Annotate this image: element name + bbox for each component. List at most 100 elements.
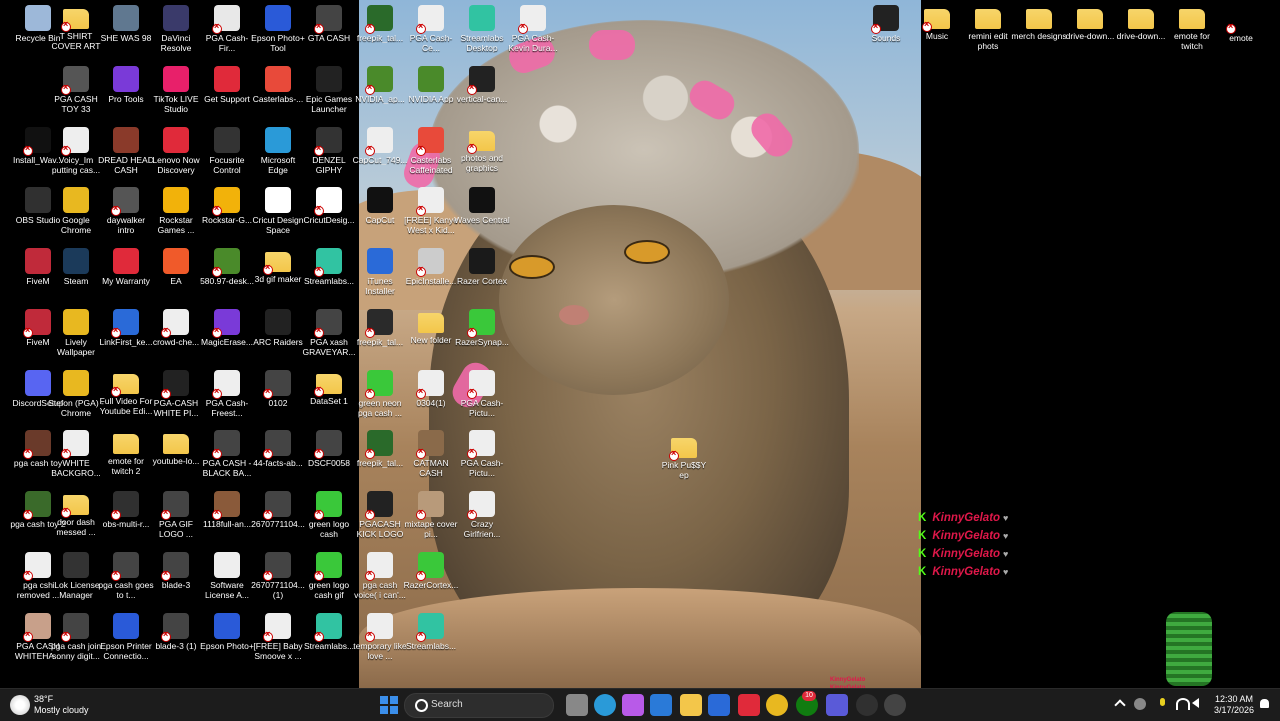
desktop-icon[interactable]: green neon pga cash ... (352, 370, 408, 418)
microphone-icon[interactable] (1156, 698, 1168, 710)
desktop-icon[interactable]: RazerSynap... (454, 309, 510, 347)
desktop-icon[interactable]: vertical-can... (454, 66, 510, 104)
desktop-icon[interactable]: merch designs (1011, 5, 1067, 41)
desktop-icon[interactable]: 3d gif maker (250, 248, 306, 284)
desktop-icon[interactable]: TikTok LIVE Studio (148, 66, 204, 114)
chevron-up-icon[interactable] (1114, 698, 1126, 711)
desktop-icon[interactable]: Get Support (199, 66, 255, 104)
volume-icon[interactable] (1192, 698, 1204, 710)
desktop-icon[interactable]: Razer Cortex (454, 248, 510, 286)
desktop-icon[interactable]: Epson Photo+ (199, 613, 255, 651)
edge-icon[interactable] (594, 694, 616, 716)
desktop-icon[interactable]: mixtape cover pi... (403, 491, 459, 539)
desktop-icon[interactable]: 44-facts-ab... (250, 430, 306, 468)
desktop-icon[interactable]: Steam (48, 248, 104, 286)
desktop-icon[interactable]: pga cash voice( i can'... (352, 552, 408, 600)
desktop-icon[interactable]: 580.97-desk... (199, 248, 255, 286)
desktop-icon[interactable]: PGA Cash-Pictu... (454, 430, 510, 478)
desktop-icon[interactable]: PGA-CASH WHITE PI... (148, 370, 204, 418)
desktop-icon[interactable]: EA (148, 248, 204, 286)
desktop-icon[interactable]: PGA Cash-Ce... (403, 5, 459, 53)
desktop-icon[interactable]: obs-multi-r... (98, 491, 154, 529)
desktop-icon[interactable]: photos and graphics (454, 127, 510, 173)
desktop-icon[interactable]: NVIDIA App (403, 66, 459, 104)
desktop-icon[interactable]: 0102 (250, 370, 306, 408)
desktop-icon[interactable]: My Warranty (98, 248, 154, 286)
desktop-icon[interactable]: [FREE] Kanye West x Kid... (403, 187, 459, 235)
desktop-icon[interactable]: Epic Games Launcher (301, 66, 357, 114)
desktop-icon[interactable]: PGA GIF LOGO ... (148, 491, 204, 539)
desktop-icon[interactable]: 2670771104... (1) (250, 552, 306, 600)
desktop-icon[interactable]: drive-down... (1062, 5, 1118, 41)
desktop-icon[interactable]: RazerCortex... (403, 552, 459, 590)
desktop-icon[interactable]: daywalker intro (98, 187, 154, 235)
desktop-icon[interactable]: MagicErase... (199, 309, 255, 347)
desktop-icon[interactable]: Rockstar Games ... (148, 187, 204, 235)
desktop-icon[interactable]: DataSet 1 (301, 370, 357, 406)
wifi-icon[interactable] (1176, 698, 1190, 710)
desktop-icon[interactable]: freepik_tal... (352, 5, 408, 43)
desktop-icon[interactable]: remini edit phots (960, 5, 1016, 51)
obs-icon[interactable] (856, 694, 878, 716)
desktop-icon[interactable]: T SHIRT COVER ART (48, 5, 104, 51)
file-explorer-icon[interactable] (680, 694, 702, 716)
desktop-icon[interactable]: CATMAN CASH (403, 430, 459, 478)
desktop-icon[interactable]: pga cash goes to t... (98, 552, 154, 600)
desktop-icon[interactable]: PGACASH KICK LOGO (352, 491, 408, 539)
chrome-icon[interactable] (766, 694, 788, 716)
desktop-icon[interactable]: Sounds (858, 5, 914, 43)
desktop-icon[interactable]: Focusrite Control (199, 127, 255, 175)
mail-icon[interactable] (708, 694, 730, 716)
desktop-icon[interactable]: Lenovo Now Discovery (148, 127, 204, 175)
desktop-icon[interactable]: PGA CASH - BLACK BA... (199, 430, 255, 478)
desktop-icon[interactable]: SHE WAS 98 (98, 5, 154, 43)
desktop-icon[interactable]: LinkFirst_ke... (98, 309, 154, 347)
desktop-icon[interactable]: Microsoft Edge (250, 127, 306, 175)
desktop-icon[interactable]: Voicy_Im putting cas... (48, 127, 104, 175)
desktop-icon[interactable]: Streamlabs... (301, 613, 357, 651)
desktop-icon[interactable]: Google Chrome (48, 187, 104, 235)
desktop-icon[interactable]: PGA Cash-Kevin Dura... (505, 5, 561, 53)
desktop-icon[interactable]: DSCF0058 (301, 430, 357, 468)
desktop-icon[interactable]: Software License A... (199, 552, 255, 600)
desktop-icon[interactable]: blade-3 (1) (148, 613, 204, 651)
desktop-icon[interactable]: youtube-lo... (148, 430, 204, 466)
desktop-icon[interactable]: freepik_tal... (352, 430, 408, 468)
desktop-icon[interactable]: WHITE BACKGRO... (48, 430, 104, 478)
notification-bell-icon[interactable] (1258, 698, 1270, 710)
desktop-icon[interactable]: Pink Pu$$Y ep (656, 434, 712, 480)
desktop-icon[interactable]: Rockstar-G... (199, 187, 255, 225)
teams-icon[interactable] (826, 694, 848, 716)
desktop-icon[interactable]: Streamlabs... (403, 613, 459, 651)
desktop-icon[interactable]: emote for twitch (1164, 5, 1220, 51)
desktop-icon[interactable]: CapCut_749... (352, 127, 408, 165)
desktop-icon[interactable]: iLok License Manager (48, 552, 104, 600)
desktop-icon[interactable]: Stefon (PGA) - Chrome (48, 370, 104, 418)
desktop-icon[interactable]: emote for twitch 2 (98, 430, 154, 476)
desktop-icon[interactable]: emote (1213, 5, 1269, 43)
desktop-icon[interactable]: DENZEL GIPHY (301, 127, 357, 175)
pen-app-icon[interactable] (650, 694, 672, 716)
desktop-icon[interactable]: PGA CASH TOY 33 (48, 66, 104, 114)
desktop-icon[interactable]: Casterlabs-... (250, 66, 306, 104)
desktop-icon[interactable]: CapCut (352, 187, 408, 225)
desktop-icon[interactable]: Streamlabs Desktop (454, 5, 510, 53)
task-view-icon[interactable] (566, 694, 588, 716)
desktop-icon[interactable]: drive-down... (1113, 5, 1169, 41)
desktop-icon[interactable]: GTA CASH (301, 5, 357, 43)
desktop-icon[interactable]: Casterlabs Caffeinated (403, 127, 459, 175)
desktop-icon[interactable]: PGA Cash-Pictu... (454, 370, 510, 418)
l-app-icon[interactable] (738, 694, 760, 716)
desktop-icon[interactable]: PGA Cash-Fir... (199, 5, 255, 53)
desktop-icon[interactable]: Pro Tools (98, 66, 154, 104)
desktop-icon[interactable]: DaVinci Resolve (148, 5, 204, 53)
copilot-icon[interactable] (622, 694, 644, 716)
desktop-icon[interactable]: PGA xash GRAVEYAR... (301, 309, 357, 357)
desktop-icon[interactable]: New folder (403, 309, 459, 345)
desktop-icon[interactable]: iTunes Installer (352, 248, 408, 296)
desktop-icon[interactable]: ARC Raiders (250, 309, 306, 347)
desktop-icon[interactable]: Full Video For Youtube Edi... (98, 370, 154, 416)
desktop-icon[interactable]: [FREE] Baby Smoove x ... (250, 613, 306, 661)
desktop-icon[interactable]: 0304(1) (403, 370, 459, 408)
desktop-icon[interactable]: 2670771104... (250, 491, 306, 529)
